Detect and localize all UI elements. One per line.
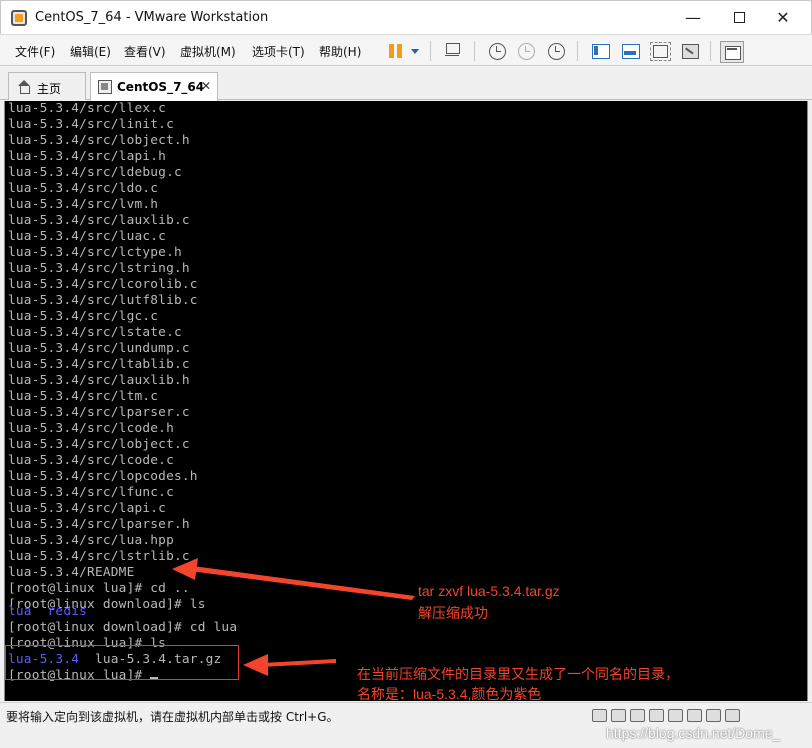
home-icon <box>17 80 31 94</box>
printer-icon[interactable] <box>687 709 702 722</box>
terminal-line: lua-5.3.4/src/lauxlib.c <box>8 213 190 228</box>
unity-icon[interactable] <box>680 42 700 60</box>
menu-file[interactable]: 文件(F) <box>15 43 55 60</box>
menu-edit[interactable]: 编辑(E) <box>70 43 111 60</box>
terminal-line: lua-5.3.4/src/lobject.c <box>8 437 190 452</box>
network-adapter-icon[interactable] <box>630 709 645 722</box>
terminal-line: lua-5.3.4/src/lparser.c <box>8 405 190 420</box>
snapshot-icon[interactable] <box>487 42 507 60</box>
tab-centos[interactable]: CentOS_7_64 ✕ <box>90 72 218 101</box>
title-bar: CentOS_7_64 - VMware Workstation — ✕ <box>0 0 812 34</box>
pause-icon[interactable] <box>386 42 406 60</box>
menu-view[interactable]: 查看(V) <box>124 43 166 60</box>
window-title: CentOS_7_64 - VMware Workstation <box>35 10 269 25</box>
toolbar-separator <box>474 41 475 61</box>
terminal-line: lua-5.3.4/src/lvm.h <box>8 197 159 212</box>
tab-home-label: 主页 <box>37 82 62 96</box>
terminal-line: lua-5.3.4/src/lundump.c <box>8 341 190 356</box>
terminal-line: lua-5.3.4/src/luac.c <box>8 229 167 244</box>
terminal-line: lua-5.3.4/src/lutf8lib.c <box>8 293 198 308</box>
fullscreen-icon[interactable] <box>650 42 671 61</box>
terminal-line: lua-5.3.4/src/ldo.c <box>8 181 159 196</box>
terminal-line: lua-5.3.4/src/lauxlib.h <box>8 373 190 388</box>
sound-icon[interactable] <box>668 709 683 722</box>
tab-centos-label: CentOS_7_64 <box>117 80 205 94</box>
terminal-line: lua-5.3.4/README <box>8 565 135 580</box>
terminal-line: lua-5.3.4/src/lctype.h <box>8 245 182 260</box>
revert-snapshot-icon[interactable] <box>516 42 536 60</box>
annotation-tar-cmd: tar zxvf lua-5.3.4.tar.gz <box>418 583 560 599</box>
maximize-button[interactable] <box>719 5 759 31</box>
terminal-line: lua-5.3.4/src/lapi.c <box>8 501 167 516</box>
tab-close-icon[interactable]: ✕ <box>201 79 211 93</box>
close-button[interactable]: ✕ <box>763 5 803 31</box>
toolbar-separator <box>577 41 578 61</box>
terminal-line: [root@linux download]# cd lua <box>8 620 238 635</box>
terminal-line: lua-5.3.4/src/linit.c <box>8 117 174 132</box>
menu-vm[interactable]: 虚拟机(M) <box>180 43 236 60</box>
toolbar-separator <box>710 41 711 61</box>
terminal-line: lua-5.3.4/src/lobject.h <box>8 133 190 148</box>
watermark: https://blog.csdn.net/Dome_ <box>606 725 781 741</box>
dropdown-icon[interactable] <box>410 42 420 60</box>
maximize-icon <box>733 12 745 23</box>
display-icon[interactable] <box>706 709 721 722</box>
thumbnail-view-icon[interactable] <box>620 42 640 60</box>
hard-disk-icon[interactable] <box>592 709 607 722</box>
terminal-line: lua-5.3.4/src/ldebug.c <box>8 165 182 180</box>
terminal-line: lua-5.3.4/src/llex.c <box>8 101 167 116</box>
annotation-dir-name: 名称是：lua-5.3.4,颜色为紫色 <box>357 686 542 702</box>
terminal-line: lua-5.3.4/src/lgc.c <box>8 309 159 324</box>
snapshot-manager-icon[interactable] <box>546 42 566 60</box>
terminal-line: lua-5.3.4/src/lparser.h <box>8 517 190 532</box>
cd-drive-icon[interactable] <box>611 709 626 722</box>
ls-dir-redis: redis <box>47 604 88 619</box>
toolbar-separator <box>430 41 431 61</box>
terminal-line: lua redis <box>8 604 87 619</box>
annotation-extract-success: 解压缩成功 <box>418 605 488 621</box>
terminal-line: lua-5.3.4/src/lstate.c <box>8 325 182 340</box>
terminal-line: lua-5.3.4/src/ltablib.c <box>8 357 190 372</box>
library-icon[interactable] <box>720 41 744 63</box>
vm-icon <box>98 80 112 94</box>
message-icon[interactable] <box>725 709 740 722</box>
terminal-line: lua-5.3.4/src/lcorolib.c <box>8 277 198 292</box>
terminal-line: lua-5.3.4/src/lfunc.c <box>8 485 174 500</box>
annotation-new-dir: 在当前压缩文件的目录里又生成了一个同名的目录， <box>357 666 679 682</box>
terminal-line: lua-5.3.4/src/lstring.h <box>8 261 190 276</box>
terminal-line: lua-5.3.4/src/lcode.c <box>8 453 174 468</box>
terminal-line: lua-5.3.4/src/lapi.h <box>8 149 167 164</box>
highlight-box <box>5 645 239 680</box>
minimize-button[interactable]: — <box>673 5 713 31</box>
ls-dir-lua: lua <box>8 604 32 619</box>
console-view-icon[interactable] <box>590 42 610 60</box>
tab-bar: 主页 CentOS_7_64 ✕ <box>0 66 812 101</box>
terminal-line: lua-5.3.4/src/lcode.h <box>8 421 174 436</box>
terminal-line: lua-5.3.4/src/lua.hpp <box>8 533 174 548</box>
vm-console[interactable]: lua-5.3.4/src/llex.c lua-5.3.4/src/linit.… <box>4 101 808 701</box>
terminal-line: [root@linux lua]# cd .. <box>8 581 190 596</box>
terminal-line: lua-5.3.4/src/ltm.c <box>8 389 159 404</box>
network-icon[interactable] <box>443 42 463 60</box>
vmware-app-icon <box>11 10 27 26</box>
usb-icon[interactable] <box>649 709 664 722</box>
status-bar: 要将输入定向到该虚拟机，请在虚拟机内部单击或按 Ctrl+G。 https://… <box>0 702 812 748</box>
menu-tabs[interactable]: 选项卡(T) <box>252 43 305 60</box>
terminal-line: lua-5.3.4/src/lstrlib.c <box>8 549 190 564</box>
status-text: 要将输入定向到该虚拟机，请在虚拟机内部单击或按 Ctrl+G。 <box>6 710 339 724</box>
menu-help[interactable]: 帮助(H) <box>319 43 361 60</box>
tab-home[interactable]: 主页 <box>8 72 86 100</box>
terminal-line: lua-5.3.4/src/lopcodes.h <box>8 469 198 484</box>
menu-bar: 文件(F) 编辑(E) 查看(V) 虚拟机(M) 选项卡(T) 帮助(H) <box>0 34 812 66</box>
